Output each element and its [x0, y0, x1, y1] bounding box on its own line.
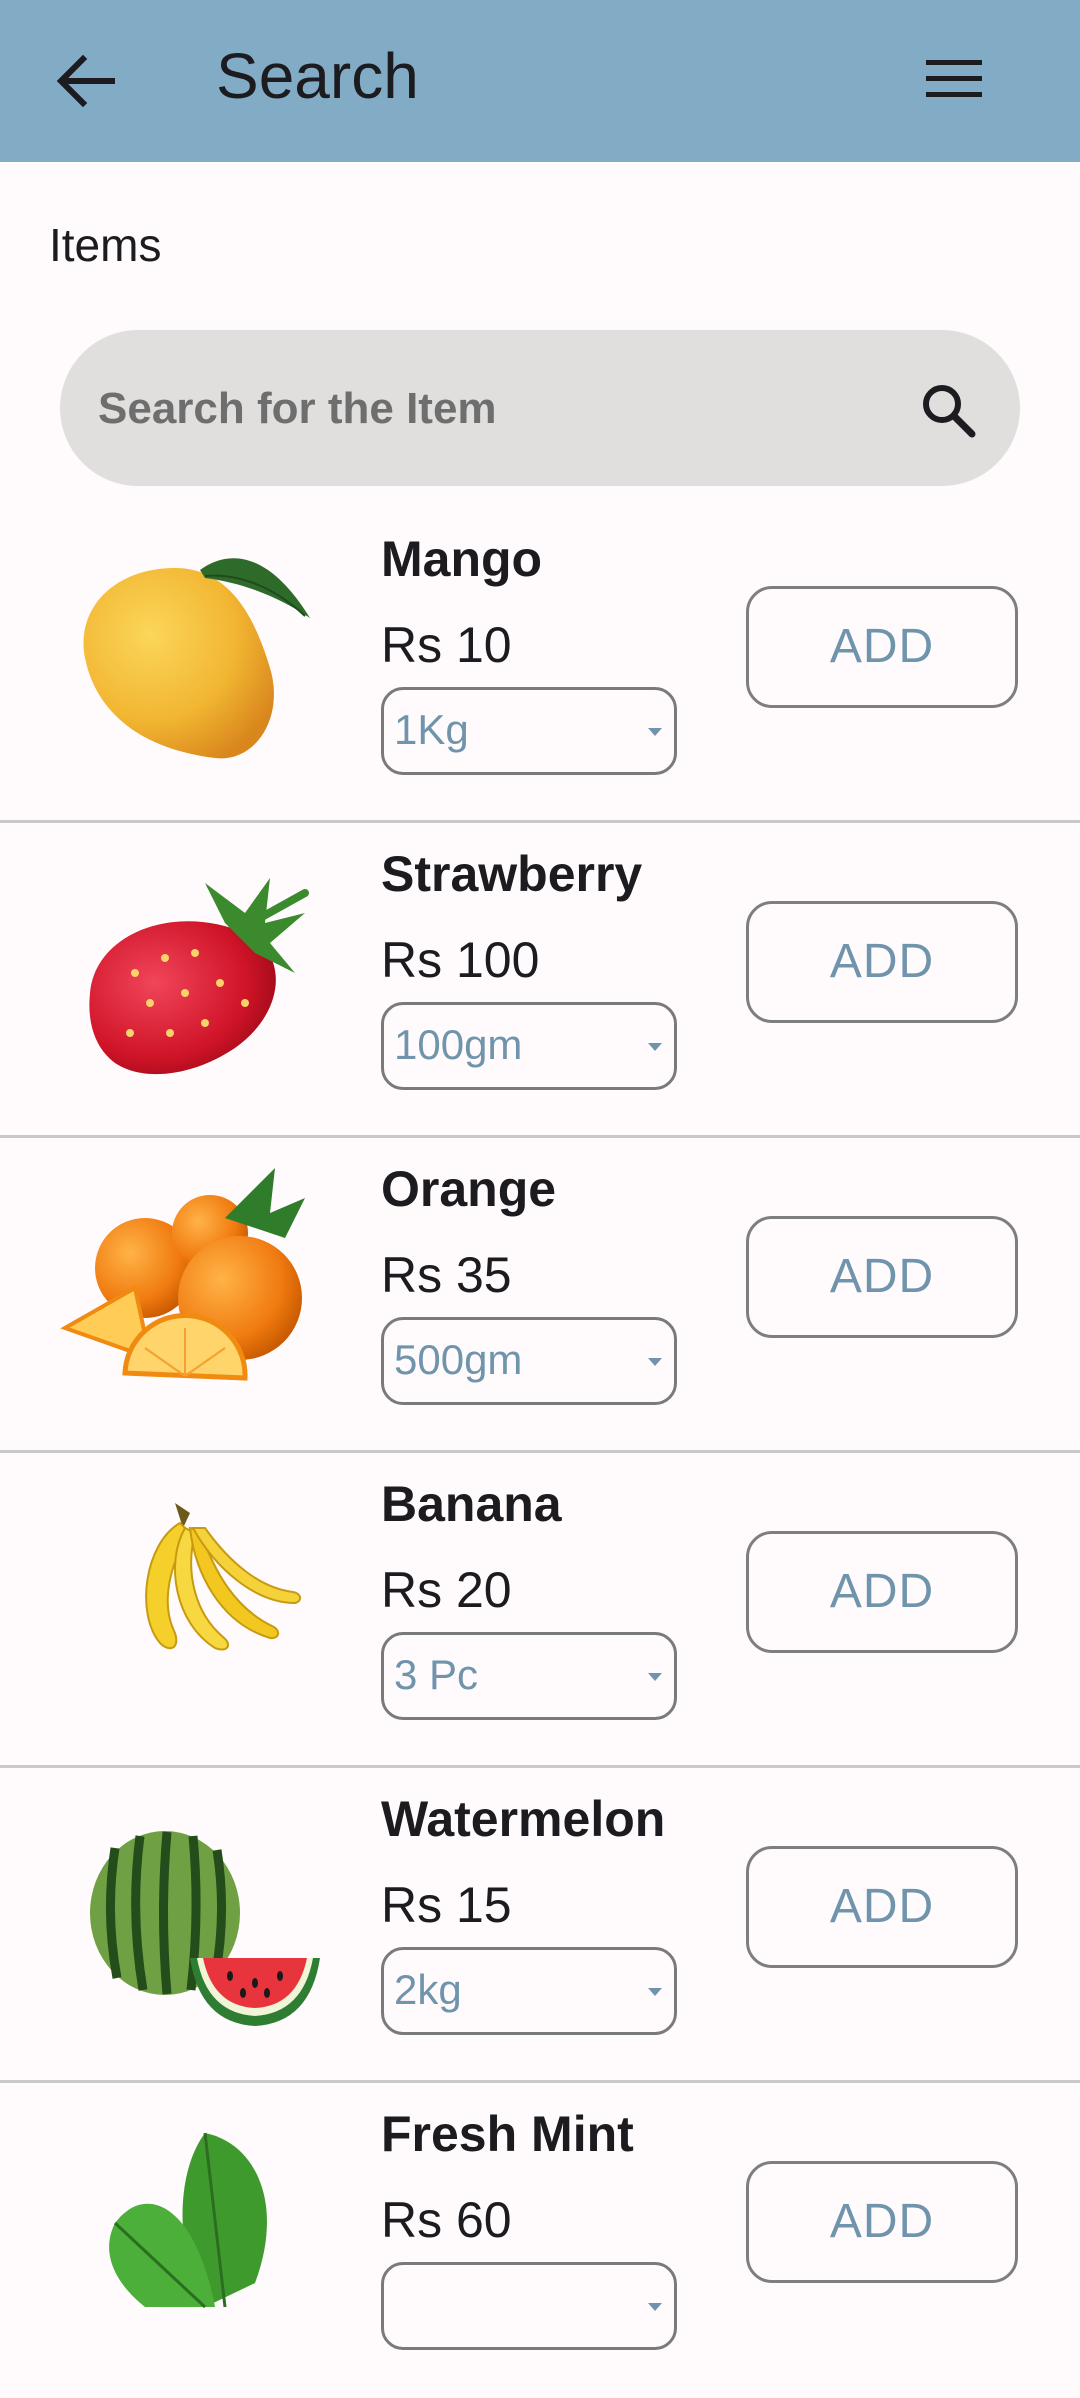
list-item: Watermelon Rs 15 2kg ADD [0, 1768, 1080, 2083]
unit-dropdown[interactable]: 3 Pc [381, 1632, 677, 1720]
item-name: Orange [381, 1161, 557, 1217]
item-name: Watermelon [381, 1791, 666, 1847]
add-button[interactable]: ADD [746, 586, 1018, 708]
unit-dropdown[interactable]: 1Kg [381, 687, 677, 775]
caret-down-icon [648, 1673, 662, 1681]
list-item: Orange Rs 35 500gm ADD [0, 1138, 1080, 1453]
unit-dropdown[interactable]: 500gm [381, 1317, 677, 1405]
back-arrow-icon[interactable] [54, 52, 116, 110]
add-button[interactable]: ADD [746, 1846, 1018, 1968]
item-name: Banana [381, 1476, 562, 1532]
unit-value: 3 Pc [394, 1651, 479, 1698]
watermelon-image [90, 1831, 320, 2026]
item-price: Rs 100 [381, 932, 540, 988]
list-item: Mango Rs 10 1Kg ADD [0, 508, 1080, 823]
search-icon[interactable] [918, 380, 978, 440]
item-price: Rs 60 [381, 2192, 512, 2248]
unit-value: 100gm [394, 1021, 523, 1068]
item-price: Rs 15 [381, 1877, 512, 1933]
list-item: Strawberry Rs 100 100gm ADD [0, 823, 1080, 1138]
orange-image [60, 1168, 305, 1381]
caret-down-icon [648, 1043, 662, 1051]
list-item: Banana Rs 20 3 Pc ADD [0, 1453, 1080, 1768]
item-name: Mango [381, 531, 543, 587]
mango-image [83, 558, 310, 759]
caret-down-icon [648, 1988, 662, 1996]
unit-dropdown[interactable]: 2kg [381, 1947, 677, 2035]
section-label: Items [49, 219, 162, 271]
unit-value: 2kg [394, 1966, 462, 2013]
app-bar: Search [0, 0, 1080, 162]
caret-down-icon [648, 2303, 662, 2311]
add-button[interactable]: ADD [746, 1216, 1018, 1338]
unit-value: 1Kg [394, 706, 469, 753]
item-price: Rs 20 [381, 1562, 512, 1618]
list-item: Fresh Mint Rs 60 ADD [0, 2083, 1080, 2398]
strawberry-image [89, 878, 309, 1075]
item-price: Rs 35 [381, 1247, 512, 1303]
unit-dropdown[interactable]: 100gm [381, 1002, 677, 1090]
add-button[interactable]: ADD [746, 901, 1018, 1023]
add-button[interactable]: ADD [746, 1531, 1018, 1653]
caret-down-icon [648, 1358, 662, 1366]
search-bar [60, 330, 1020, 488]
unit-value: 500gm [394, 1336, 523, 1383]
add-button[interactable]: ADD [746, 2161, 1018, 2283]
item-name: Strawberry [381, 846, 643, 902]
caret-down-icon [648, 728, 662, 736]
item-name: Fresh Mint [381, 2106, 634, 2162]
unit-dropdown[interactable] [381, 2262, 677, 2350]
page-title: Search [216, 40, 419, 112]
hamburger-menu-icon[interactable] [922, 54, 986, 102]
banana-image [145, 1503, 301, 1651]
mint-image [109, 2132, 267, 2309]
item-price: Rs 10 [381, 617, 512, 673]
search-input[interactable] [96, 330, 920, 488]
